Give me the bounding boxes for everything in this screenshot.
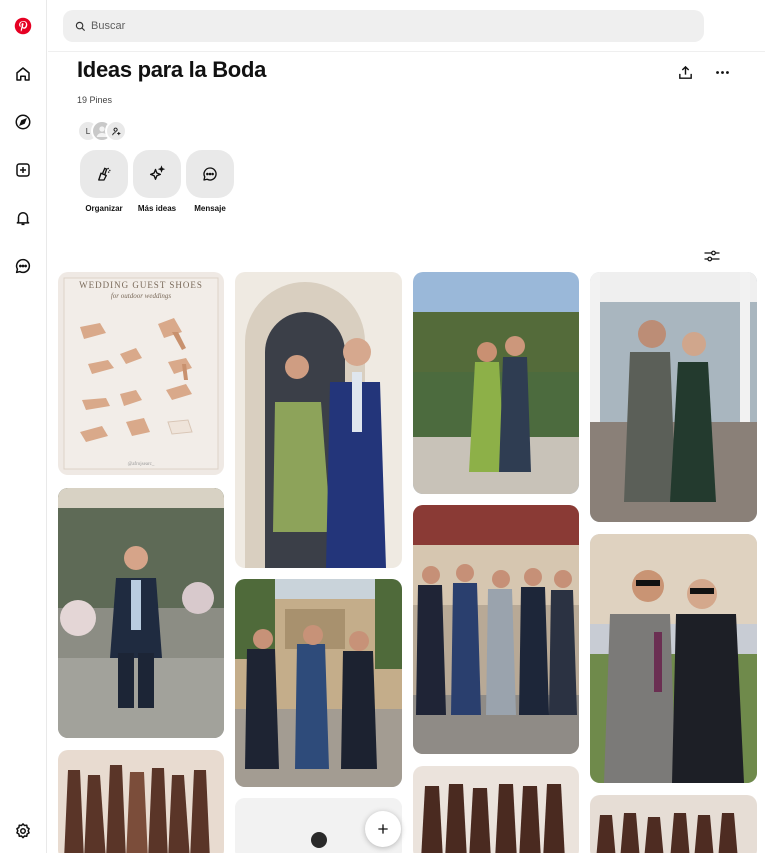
photo-groomsmen-patio	[413, 505, 579, 754]
search-input[interactable]	[91, 20, 651, 32]
pin-subtitle: for outdoor weddings	[110, 292, 172, 300]
board-title: Ideas para la Boda	[77, 57, 267, 82]
sparkle-icon-wrap	[133, 150, 181, 198]
home-icon[interactable]	[11, 62, 35, 86]
plus-icon	[378, 824, 388, 834]
top-header	[48, 0, 765, 52]
message-icon-wrap	[186, 150, 234, 198]
settings-icon[interactable]	[11, 819, 35, 843]
pin-wedding-guest-shoes[interactable]: WEDDING GUEST SHOES for outdoor weddings…	[58, 272, 224, 475]
more-ideas-button[interactable]: Más ideas	[132, 150, 182, 213]
messages-icon[interactable]	[11, 254, 35, 278]
pin-couple-lake[interactable]	[413, 272, 579, 494]
photo-bridesmaids-partial	[590, 795, 757, 853]
pin-title: WEDDING GUEST SHOES	[79, 280, 203, 290]
photo-couple-lake	[413, 272, 579, 494]
shoes-graphic	[63, 277, 219, 470]
tool-label: Organizar	[85, 204, 123, 213]
photo-man-navy-suit	[58, 488, 224, 738]
pin-count: 19 Pines	[77, 95, 113, 105]
photo-men-sunglasses	[590, 534, 757, 783]
create-icon[interactable]	[11, 158, 35, 182]
share-button[interactable]	[673, 60, 697, 84]
avatar-initial: L	[85, 126, 91, 136]
explore-icon[interactable]	[11, 110, 35, 134]
filter-button[interactable]	[700, 245, 724, 267]
pinterest-logo-icon[interactable]	[11, 14, 35, 38]
add-button[interactable]	[365, 811, 401, 847]
sliders-icon	[704, 250, 720, 262]
organize-icon	[98, 167, 111, 181]
ellipsis-icon	[715, 70, 729, 74]
pin-bridesmaids-brown[interactable]	[58, 750, 224, 853]
photo-couple-doorway	[235, 272, 402, 568]
photo-bridesmaids-chocolate	[413, 766, 579, 853]
pin-groomsmen-patio[interactable]	[413, 505, 579, 754]
sidebar	[0, 0, 47, 853]
tool-label: Mensaje	[194, 204, 226, 213]
search-bar[interactable]	[63, 10, 704, 42]
pin-credit: @afrojsearc_	[127, 462, 155, 467]
pin-bridesmaids-partial[interactable]	[590, 795, 757, 853]
notifications-icon[interactable]	[11, 206, 35, 230]
pin-couple-pergola[interactable]	[590, 272, 757, 522]
photo-couple-pergola	[590, 272, 757, 522]
add-collaborator-button[interactable]	[105, 120, 127, 142]
message-button[interactable]: Mensaje	[185, 150, 235, 213]
sparkle-icon	[149, 165, 166, 180]
pin-men-sunglasses[interactable]	[590, 534, 757, 783]
photo-bridesmaids	[58, 750, 224, 853]
pin-couple-green-dress[interactable]	[235, 272, 402, 568]
organize-button[interactable]: Organizar	[79, 150, 129, 213]
share-icon	[678, 65, 692, 79]
pin-bridesmaids-chocolate[interactable]	[413, 766, 579, 853]
collaborators[interactable]: L	[77, 120, 137, 142]
search-icon	[75, 21, 86, 31]
organize-icon-wrap	[80, 150, 128, 198]
more-options-button[interactable]	[710, 60, 734, 84]
tool-label: Más ideas	[137, 204, 177, 213]
photo-groomsmen-villa	[235, 579, 402, 787]
pin-man-navy-suit-garden[interactable]	[58, 488, 224, 738]
message-icon	[203, 167, 217, 181]
add-person-icon	[111, 127, 120, 135]
pin-groomsmen-villa[interactable]	[235, 579, 402, 787]
